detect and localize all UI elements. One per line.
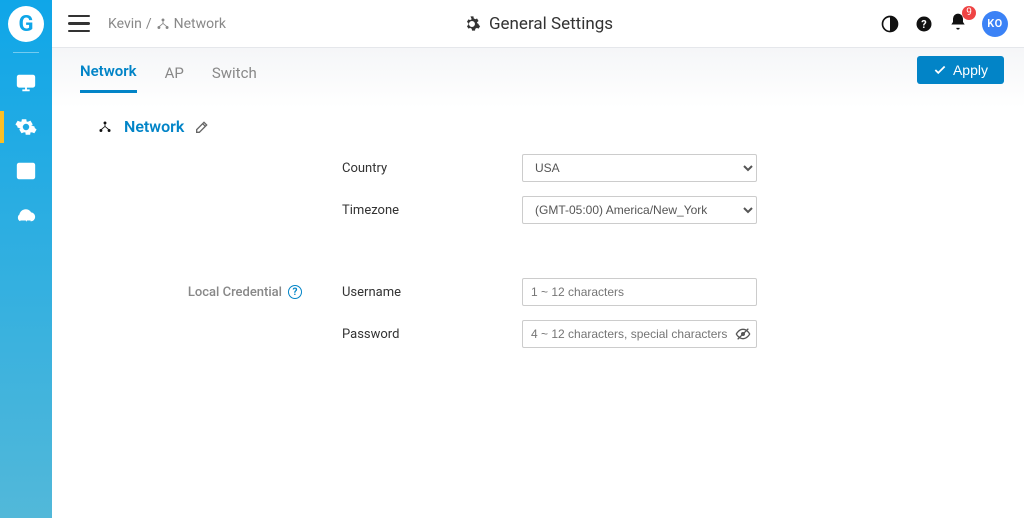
gear-icon bbox=[463, 15, 481, 33]
tabs: Network AP Switch Apply bbox=[52, 48, 1024, 93]
tab-ap[interactable]: AP bbox=[165, 64, 184, 92]
monitor-icon bbox=[15, 72, 37, 94]
username-input[interactable] bbox=[522, 278, 757, 306]
password-label: Password bbox=[342, 327, 522, 342]
breadcrumb: Kevin / Network bbox=[108, 16, 226, 32]
menu-toggle[interactable] bbox=[68, 11, 94, 37]
help-icon[interactable]: ? bbox=[914, 14, 934, 34]
apply-button[interactable]: Apply bbox=[917, 56, 1004, 84]
contrast-icon[interactable] bbox=[880, 14, 900, 34]
help-tooltip-icon[interactable]: ? bbox=[288, 285, 302, 299]
tab-network[interactable]: Network bbox=[80, 62, 137, 93]
nav-sidebar: G bbox=[0, 0, 52, 518]
page-title-area: General Settings bbox=[463, 14, 613, 34]
breadcrumb-sep: / bbox=[146, 16, 152, 32]
check-icon bbox=[933, 63, 947, 77]
network-icon bbox=[156, 17, 170, 31]
brand-logo[interactable]: G bbox=[8, 6, 44, 42]
username-label: Username bbox=[342, 285, 522, 300]
password-input[interactable] bbox=[522, 320, 757, 348]
notifications-button[interactable]: 9 bbox=[948, 12, 968, 36]
notifications-badge: 9 bbox=[962, 6, 976, 20]
gear-icon bbox=[15, 116, 37, 138]
edit-icon[interactable] bbox=[194, 119, 210, 135]
timezone-label: Timezone bbox=[342, 203, 522, 218]
news-icon bbox=[15, 160, 37, 182]
section-header: Network bbox=[96, 117, 1024, 136]
tab-switch[interactable]: Switch bbox=[212, 64, 257, 92]
country-select[interactable]: USA bbox=[522, 154, 757, 182]
settings-form: Country USA Timezone (GMT-05:00) America… bbox=[122, 154, 1024, 348]
avatar[interactable]: KO bbox=[982, 11, 1008, 37]
page-title: General Settings bbox=[489, 14, 613, 34]
breadcrumb-node[interactable]: Network bbox=[174, 16, 226, 32]
nav-cloud[interactable] bbox=[0, 193, 52, 237]
toggle-password-icon[interactable] bbox=[735, 326, 751, 342]
nav-reports[interactable] bbox=[0, 149, 52, 193]
apply-label: Apply bbox=[953, 62, 988, 78]
cloud-icon bbox=[15, 204, 37, 226]
main-content: Network AP Switch Apply Network Country … bbox=[52, 48, 1024, 518]
local-credential-label: Local Credential bbox=[188, 285, 282, 300]
breadcrumb-user[interactable]: Kevin bbox=[108, 16, 142, 32]
svg-text:?: ? bbox=[921, 18, 926, 31]
section-title: Network bbox=[124, 117, 184, 136]
local-credential-label-area: Local Credential ? bbox=[122, 285, 342, 300]
country-label: Country bbox=[342, 161, 522, 176]
nav-dashboard[interactable] bbox=[0, 61, 52, 105]
nav-settings[interactable] bbox=[0, 105, 52, 149]
network-icon bbox=[96, 120, 114, 134]
topbar: Kevin / Network General Settings ? 9 KO bbox=[52, 0, 1024, 48]
timezone-select[interactable]: (GMT-05:00) America/New_York bbox=[522, 196, 757, 224]
